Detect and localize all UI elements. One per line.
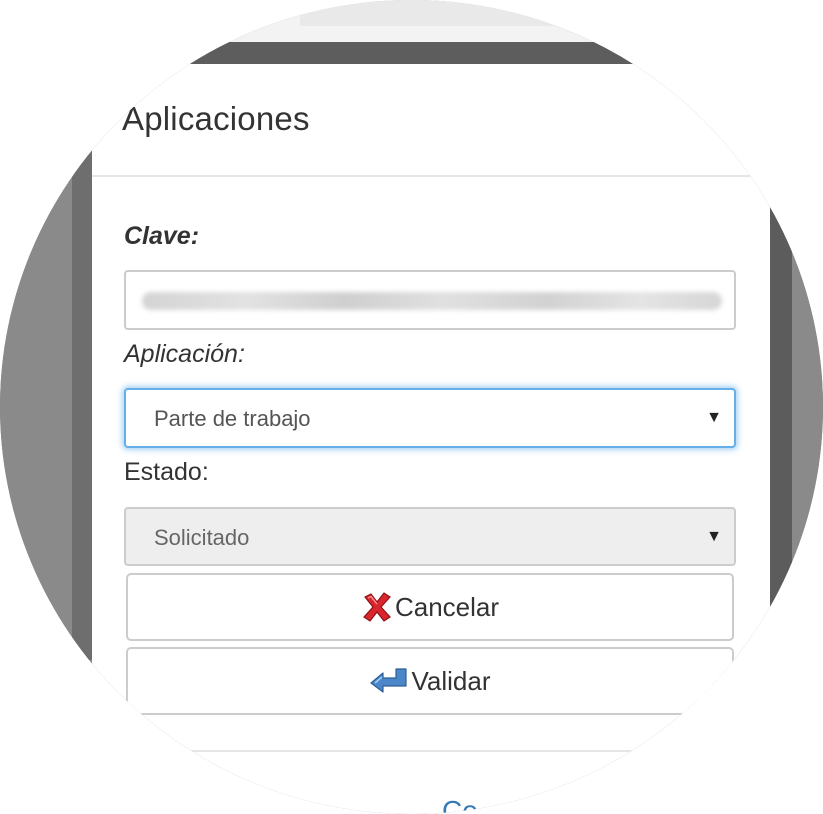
clave-value-redacted: [142, 292, 722, 310]
aplicacion-label: Aplicación:: [124, 340, 245, 368]
modal-title: Aplicaciones: [122, 100, 310, 137]
browser-top-strip: [0, 0, 823, 42]
clave-input[interactable]: [124, 270, 736, 330]
validar-label: Validar: [411, 665, 491, 696]
backdrop-left-strip: [72, 150, 92, 660]
chevron-down-icon: ▼: [706, 409, 722, 426]
clave-label: Clave:: [124, 222, 200, 250]
cancel-button[interactable]: Cancelar: [126, 573, 734, 641]
estado-select: Solicitado ▼: [124, 507, 736, 566]
chevron-down-icon: ▼: [706, 528, 722, 545]
page-header-bar: [0, 42, 823, 64]
cancel-label: Cancelar: [394, 591, 500, 622]
footer-link[interactable]: Co: [442, 795, 478, 814]
aplicacion-select[interactable]: Parte de trabajo ▼: [124, 388, 736, 448]
validar-button[interactable]: Validar: [126, 647, 734, 715]
estado-label: Estado:: [124, 458, 209, 486]
return-arrow-icon: [370, 668, 408, 693]
aplicacion-selected-value: Parte de trabajo: [154, 406, 311, 431]
estado-selected-value: Solicitado: [154, 525, 250, 550]
red-x-icon: [363, 592, 391, 622]
screen-viewport: Aplicaciones Clave: Aplicación: Parte de…: [0, 0, 823, 814]
backdrop-right-strip: [770, 200, 792, 620]
top-strip-tab: [300, 0, 600, 26]
modal-footer-divider: [92, 750, 770, 752]
modal-header-divider: [92, 175, 770, 177]
